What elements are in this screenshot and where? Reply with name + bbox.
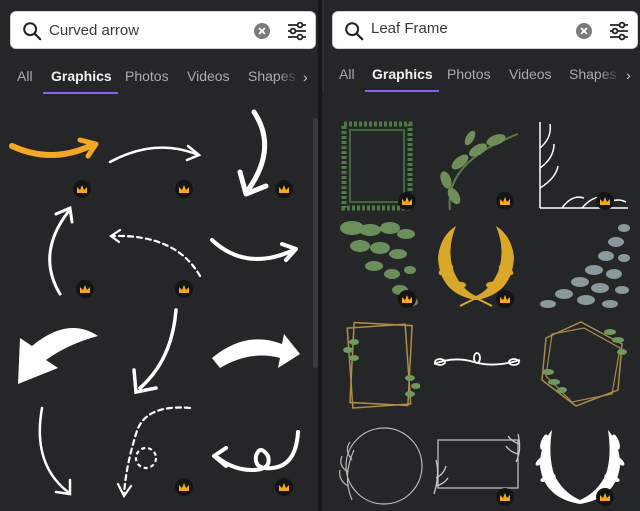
premium-crown-icon <box>596 192 614 210</box>
search-bar[interactable]: Leaf Frame <box>332 11 638 49</box>
loop-arrow-left-graphic[interactable] <box>206 426 302 482</box>
active-tab-underline <box>43 92 118 94</box>
chevron-right-icon[interactable]: › <box>626 67 631 83</box>
tab-bar: All Graphics Photos Videos Shapes › <box>0 66 318 94</box>
tab-fade <box>278 66 300 90</box>
premium-crown-icon <box>496 192 514 210</box>
premium-crown-icon <box>175 180 193 198</box>
active-tab-underline <box>365 90 439 92</box>
chevron-right-icon[interactable]: › <box>303 69 308 85</box>
premium-crown-icon <box>73 180 91 198</box>
premium-crown-icon <box>496 290 514 308</box>
sliders-icon[interactable] <box>608 20 630 42</box>
clear-icon[interactable] <box>576 23 592 39</box>
curved-arrow-up-graphic[interactable] <box>34 204 78 298</box>
left-panel: Curved arrow All Graphics Photos Videos … <box>0 0 318 511</box>
tab-photos[interactable]: Photos <box>125 68 169 84</box>
premium-crown-icon <box>275 478 293 496</box>
white-leaf-corner-graphic[interactable] <box>532 118 632 212</box>
premium-crown-icon <box>175 478 193 496</box>
bold-swoosh-arrow-graphic[interactable] <box>206 328 302 374</box>
premium-crown-icon <box>76 280 94 298</box>
tab-photos[interactable]: Photos <box>447 66 491 82</box>
tab-all[interactable]: All <box>339 66 355 82</box>
dashed-curved-arrow-graphic[interactable] <box>106 224 206 280</box>
scrollbar[interactable] <box>322 0 324 92</box>
premium-crown-icon <box>398 290 416 308</box>
premium-crown-icon <box>398 192 416 210</box>
tab-all[interactable]: All <box>17 68 33 84</box>
curved-arrow-right-graphic[interactable] <box>106 138 206 170</box>
premium-crown-icon <box>496 488 514 506</box>
tab-videos[interactable]: Videos <box>187 68 230 84</box>
search-input[interactable]: Curved arrow <box>49 22 139 39</box>
tab-videos[interactable]: Videos <box>509 66 552 82</box>
clear-icon[interactable] <box>254 23 270 39</box>
tab-graphics[interactable]: Graphics <box>51 68 112 84</box>
bold-curved-arrow-graphic[interactable] <box>6 316 102 388</box>
white-divider-flourish-graphic[interactable] <box>430 350 524 374</box>
premium-crown-icon <box>275 180 293 198</box>
gold-rectangle-frame-graphic[interactable] <box>340 318 420 412</box>
tab-fade <box>599 64 621 88</box>
hexagon-leaf-frame-graphic[interactable] <box>534 318 628 410</box>
premium-crown-icon <box>596 488 614 506</box>
rectangle-leaf-frame-graphic[interactable] <box>430 430 526 500</box>
eucalyptus-corner-graphic[interactable] <box>536 218 632 310</box>
sliders-icon[interactable] <box>286 20 308 42</box>
circle-leaf-frame-graphic[interactable] <box>334 420 426 508</box>
long-curved-arrow-down-graphic[interactable] <box>126 306 186 398</box>
premium-crown-icon <box>175 280 193 298</box>
search-icon <box>23 22 42 41</box>
tab-bar: All Graphics Photos Videos Shapes › <box>322 64 640 92</box>
arc-arrow-down-graphic[interactable] <box>34 404 80 500</box>
orange-smile-arrow-graphic[interactable] <box>6 130 102 170</box>
right-panel: Leaf Frame All Graphics Photos Videos Sh… <box>322 0 640 511</box>
search-input[interactable]: Leaf Frame <box>371 20 448 37</box>
search-bar[interactable]: Curved arrow <box>10 11 316 49</box>
search-icon <box>345 22 364 41</box>
tab-graphics[interactable]: Graphics <box>372 66 433 82</box>
swoosh-arrow-right-graphic[interactable] <box>206 232 302 272</box>
